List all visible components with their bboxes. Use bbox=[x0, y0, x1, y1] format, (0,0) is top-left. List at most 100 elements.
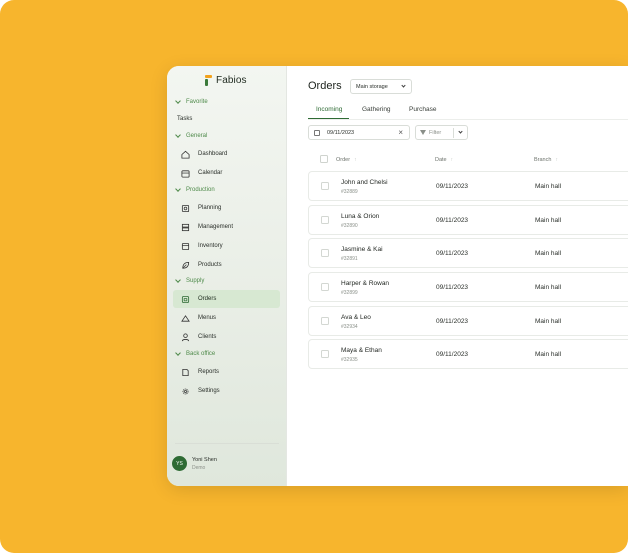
row-checkbox[interactable] bbox=[321, 317, 329, 325]
select-all-checkbox[interactable] bbox=[320, 155, 328, 163]
table-row[interactable]: Ava & Leo #32934 09/11/2023 Main hall bbox=[308, 306, 628, 336]
order-date: 09/11/2023 bbox=[436, 318, 469, 325]
chevron-down-icon bbox=[175, 278, 181, 284]
page-title: Orders bbox=[308, 80, 342, 92]
sort-icon: ↑ bbox=[450, 157, 454, 163]
calendar-icon bbox=[181, 169, 190, 178]
table-row[interactable]: Harper & Rowan #32899 09/11/2023 Main ha… bbox=[308, 272, 628, 302]
orders-icon bbox=[181, 295, 190, 304]
sidebar-item-reports[interactable]: Reports bbox=[173, 363, 280, 381]
chevron-down-icon bbox=[175, 187, 181, 193]
order-id: #32899 bbox=[341, 290, 358, 296]
chevron-down-icon bbox=[175, 99, 181, 105]
order-name: Luna & Orion bbox=[341, 213, 380, 220]
order-branch: Main hall bbox=[535, 284, 562, 291]
order-date: 09/11/2023 bbox=[436, 183, 469, 190]
close-icon[interactable]: × bbox=[398, 128, 403, 137]
user-name: Yoni Shen bbox=[192, 457, 217, 463]
sidebar-item-menus[interactable]: Menus bbox=[173, 309, 280, 327]
order-id: #32935 bbox=[341, 357, 358, 363]
order-name: Ava & Leo bbox=[341, 314, 371, 321]
order-id: #32891 bbox=[341, 256, 358, 262]
order-date: 09/11/2023 bbox=[436, 351, 469, 358]
gear-icon bbox=[181, 387, 190, 396]
order-branch: Main hall bbox=[535, 183, 562, 190]
order-name: John and Chelsi bbox=[341, 179, 388, 186]
inventory-icon bbox=[181, 242, 190, 251]
sidebar-item-management[interactable]: Management bbox=[173, 218, 280, 236]
column-header-branch[interactable]: Branch ↑ bbox=[534, 157, 558, 163]
sidebar-group-supply[interactable]: Supply bbox=[175, 278, 204, 284]
tab-gathering[interactable]: Gathering bbox=[362, 106, 391, 113]
order-id: #32889 bbox=[341, 189, 358, 195]
app-window: Fabios Favorite Tasks General Dashboard … bbox=[167, 66, 628, 486]
order-branch: Main hall bbox=[535, 318, 562, 325]
table-row[interactable]: Maya & Ethan #32935 09/11/2023 Main hall bbox=[308, 339, 628, 369]
sidebar-item-tasks[interactable]: Tasks bbox=[177, 116, 192, 122]
avatar[interactable]: YS bbox=[172, 456, 187, 471]
date-filter-input[interactable]: 09/11/2023 × bbox=[308, 125, 410, 140]
main-content: Orders Main storage Incoming Gathering P… bbox=[287, 66, 628, 486]
order-name: Maya & Ethan bbox=[341, 347, 382, 354]
sidebar-item-orders[interactable]: Orders bbox=[173, 290, 280, 308]
sidebar-item-settings[interactable]: Settings bbox=[173, 382, 280, 400]
order-name: Harper & Rowan bbox=[341, 280, 390, 287]
menus-icon bbox=[181, 314, 190, 323]
sidebar-item-dashboard[interactable]: Dashboard bbox=[173, 145, 280, 163]
chevron-down-icon bbox=[175, 351, 181, 357]
order-id: #32934 bbox=[341, 324, 358, 330]
tabs-divider bbox=[308, 119, 628, 120]
filter-button[interactable]: Filter bbox=[415, 125, 468, 140]
sidebar-item-products[interactable]: Products bbox=[173, 256, 280, 274]
sidebar-group-general[interactable]: General bbox=[175, 133, 207, 139]
row-checkbox[interactable] bbox=[321, 283, 329, 291]
column-header-date[interactable]: Date ↑ bbox=[435, 157, 453, 163]
order-branch: Main hall bbox=[535, 250, 562, 257]
table-row[interactable]: John and Chelsi #32889 09/11/2023 Main h… bbox=[308, 171, 628, 201]
home-icon bbox=[181, 150, 190, 159]
sidebar-item-clients[interactable]: Clients bbox=[173, 328, 280, 346]
table-row[interactable]: Luna & Orion #32890 09/11/2023 Main hall bbox=[308, 205, 628, 235]
person-icon bbox=[181, 332, 190, 342]
filter-icon bbox=[420, 130, 426, 135]
sort-icon: ↑ bbox=[555, 157, 558, 163]
order-name: Jasmine & Kai bbox=[341, 246, 383, 253]
sidebar-group-favorite[interactable]: Favorite bbox=[175, 99, 208, 105]
document-icon bbox=[181, 368, 190, 377]
row-checkbox[interactable] bbox=[321, 350, 329, 358]
table-row[interactable]: Jasmine & Kai #32891 09/11/2023 Main hal… bbox=[308, 238, 628, 268]
tab-bar: Incoming Gathering Purchase bbox=[308, 104, 628, 120]
order-id: #32890 bbox=[341, 223, 358, 229]
sidebar-item-planning[interactable]: Planning bbox=[173, 199, 280, 217]
sidebar: Fabios Favorite Tasks General Dashboard … bbox=[167, 66, 287, 486]
storage-select[interactable]: Main storage bbox=[350, 79, 412, 94]
leaf-icon bbox=[181, 261, 190, 270]
sidebar-item-inventory[interactable]: Inventory bbox=[173, 237, 280, 255]
order-date: 09/11/2023 bbox=[436, 217, 469, 224]
sidebar-divider bbox=[175, 443, 279, 444]
tab-purchase[interactable]: Purchase bbox=[409, 106, 436, 113]
row-checkbox[interactable] bbox=[321, 182, 329, 190]
logo-icon bbox=[205, 75, 213, 86]
user-role: Demo bbox=[192, 465, 206, 471]
calendar-icon bbox=[314, 130, 320, 136]
order-branch: Main hall bbox=[535, 351, 562, 358]
row-checkbox[interactable] bbox=[321, 249, 329, 257]
column-header-order[interactable]: Order ↑ bbox=[336, 157, 357, 163]
order-date: 09/11/2023 bbox=[436, 284, 469, 291]
sidebar-group-back-office[interactable]: Back office bbox=[175, 351, 215, 357]
order-branch: Main hall bbox=[535, 217, 562, 224]
tab-incoming[interactable]: Incoming bbox=[316, 106, 342, 113]
chevron-down-icon[interactable] bbox=[458, 129, 463, 134]
sidebar-item-calendar[interactable]: Calendar bbox=[173, 164, 280, 182]
app-logo[interactable]: Fabios bbox=[205, 75, 247, 86]
logo-text: Fabios bbox=[216, 75, 247, 86]
chevron-down-icon bbox=[175, 133, 181, 139]
planning-icon bbox=[181, 204, 190, 213]
sort-icon: ↑ bbox=[354, 157, 357, 163]
sidebar-group-production[interactable]: Production bbox=[175, 187, 215, 193]
filter-separator bbox=[453, 128, 454, 138]
order-date: 09/11/2023 bbox=[436, 250, 469, 257]
chevron-down-icon bbox=[401, 83, 406, 88]
row-checkbox[interactable] bbox=[321, 216, 329, 224]
